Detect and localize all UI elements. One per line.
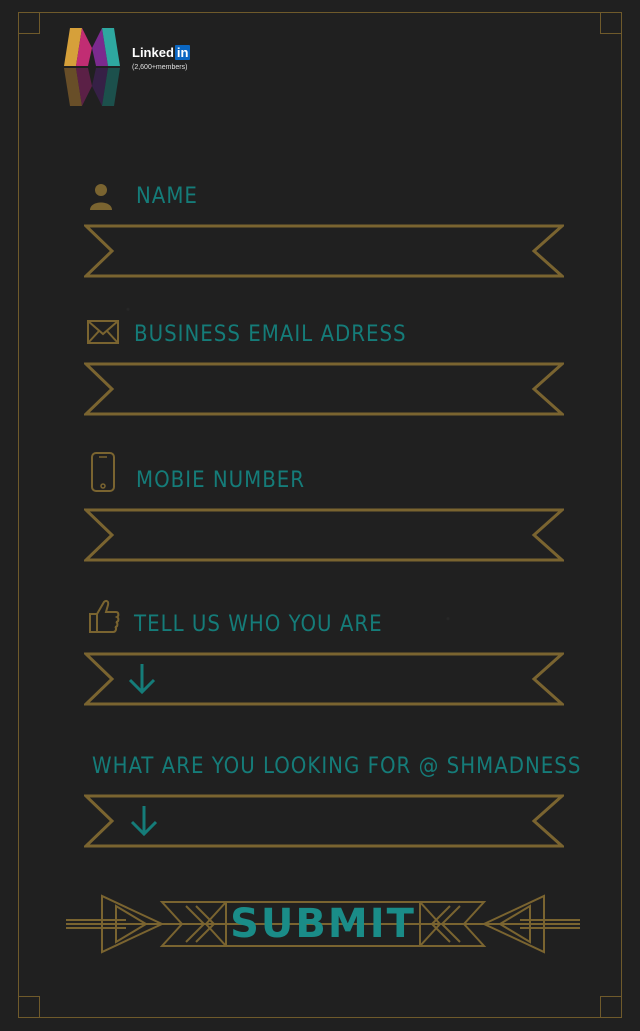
corner-ornament (18, 12, 40, 34)
field-label-looking-for: WHAT ARE YOU LOOKING FOR @ SHMADNESS (92, 754, 582, 779)
name-input[interactable] (84, 224, 564, 278)
submit-button[interactable]: SUBMIT (66, 892, 580, 956)
corner-ornament (600, 996, 622, 1018)
arrow-down-icon (128, 664, 156, 695)
brand-logo-icon (64, 28, 120, 106)
field-label-name: NAME (136, 184, 198, 209)
submit-label: SUBMIT (230, 901, 416, 947)
mobile-input[interactable] (84, 508, 564, 562)
linkedin-text: Linked (132, 45, 174, 60)
person-icon (90, 184, 112, 210)
field-label-who-you-are: TELL US WHO YOU ARE (134, 612, 383, 637)
looking-for-select[interactable] (84, 794, 564, 848)
phone-icon (91, 452, 115, 492)
linkedin-in-badge: in (174, 45, 191, 60)
field-label-mobile: MOBIE NUMBER (136, 468, 306, 493)
who-you-are-select[interactable] (84, 652, 564, 706)
envelope-icon (87, 320, 119, 344)
corner-ornament (600, 12, 622, 34)
thumbs-up-icon (89, 600, 120, 633)
linkedin-logo: Linked in (132, 45, 191, 60)
field-label-email: BUSINESS EMAIL ADRESS (134, 322, 407, 347)
arrow-down-icon (130, 806, 158, 837)
page: Linked in (2,600+members) NAME BUSINESS E… (0, 0, 640, 1031)
corner-ornament (18, 996, 40, 1018)
email-input[interactable] (84, 362, 564, 416)
members-count: (2,600+members) (132, 64, 188, 71)
